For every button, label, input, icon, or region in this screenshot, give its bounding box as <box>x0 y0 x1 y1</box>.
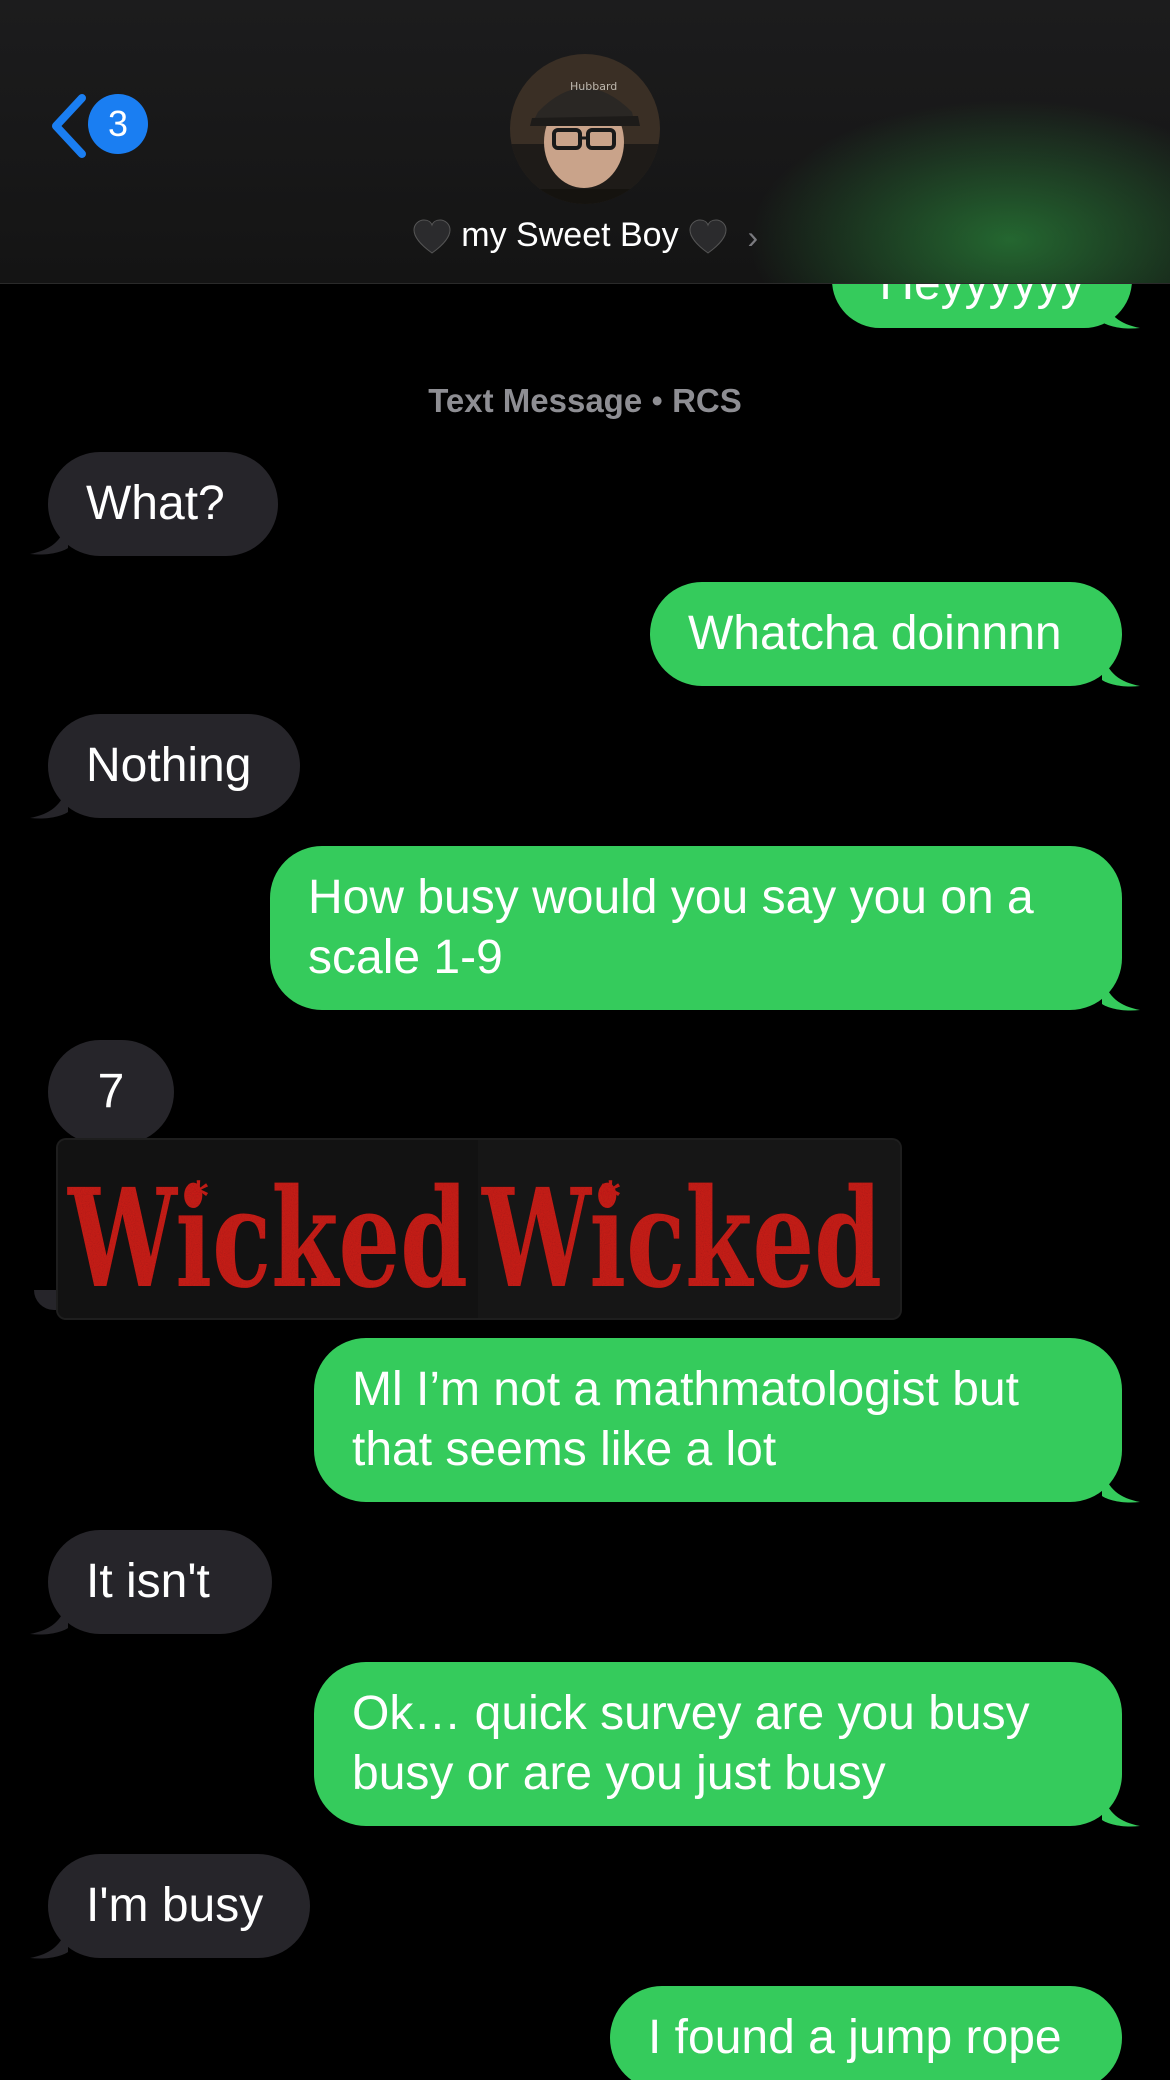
bubble-tail <box>30 520 68 555</box>
black-heart-icon <box>689 219 727 254</box>
message-bubble-incoming[interactable]: 7 <box>48 1040 174 1144</box>
sticker-text-right: Wicked <box>481 1159 882 1318</box>
sticker-asterisk: * <box>600 1173 621 1220</box>
message-bubble-outgoing[interactable]: Ml I’m not a mathmatologist but that see… <box>314 1338 1122 1502</box>
wicked-sticker-art: Wicked Wicked * * <box>58 1140 900 1318</box>
message-bubble-incoming[interactable]: What? <box>48 452 278 556</box>
conversation-header: 3 Hubbard my Sweet Boy › <box>0 0 1170 284</box>
message-bubble-incoming[interactable]: Nothing <box>48 714 300 818</box>
cap-text: Hubbard <box>570 80 617 93</box>
sticker-text-left: Wicked <box>67 1159 468 1318</box>
wicked-sticker[interactable]: Wicked Wicked * * <box>58 1140 900 1318</box>
message-thread[interactable]: Heyyyyyy Text Message • RCS What? Whatch… <box>0 0 1170 2080</box>
bubble-tail <box>1102 652 1140 687</box>
bubble-tail <box>1102 294 1140 329</box>
bubble-tail <box>1102 976 1140 1011</box>
avatar[interactable]: Hubbard <box>510 54 660 204</box>
message-bubble-outgoing[interactable]: How busy would you say you on a scale 1-… <box>270 846 1122 1010</box>
contact-name-button[interactable]: my Sweet Boy › <box>0 216 1170 256</box>
bubble-tail <box>30 1600 68 1635</box>
bubble-tail <box>1102 1792 1140 1827</box>
back-button[interactable]: 3 <box>48 92 158 158</box>
chevron-right-icon: › <box>747 218 759 255</box>
bubble-tail <box>30 1924 68 1959</box>
bubble-tail <box>30 784 68 819</box>
sticker-asterisk: * <box>188 1173 209 1220</box>
contact-name: my Sweet Boy <box>461 216 679 254</box>
message-bubble-outgoing[interactable]: Whatcha doinnnn <box>650 582 1122 686</box>
message-bubble-outgoing[interactable]: Ok… quick survey are you busy busy or ar… <box>314 1662 1122 1826</box>
message-bubble-outgoing[interactable]: I found a jump rope <box>610 1986 1122 2080</box>
chevron-left-icon <box>52 94 86 158</box>
conversation-service-label: Text Message • RCS <box>428 382 742 419</box>
bubble-tail <box>1102 1468 1140 1503</box>
message-bubble-incoming[interactable]: I'm busy <box>48 1854 310 1958</box>
message-bubble-incoming[interactable]: It isn't <box>48 1530 272 1634</box>
unread-count-badge: 3 <box>88 94 148 154</box>
contact-photo: Hubbard <box>510 54 660 204</box>
black-heart-icon <box>413 219 451 254</box>
